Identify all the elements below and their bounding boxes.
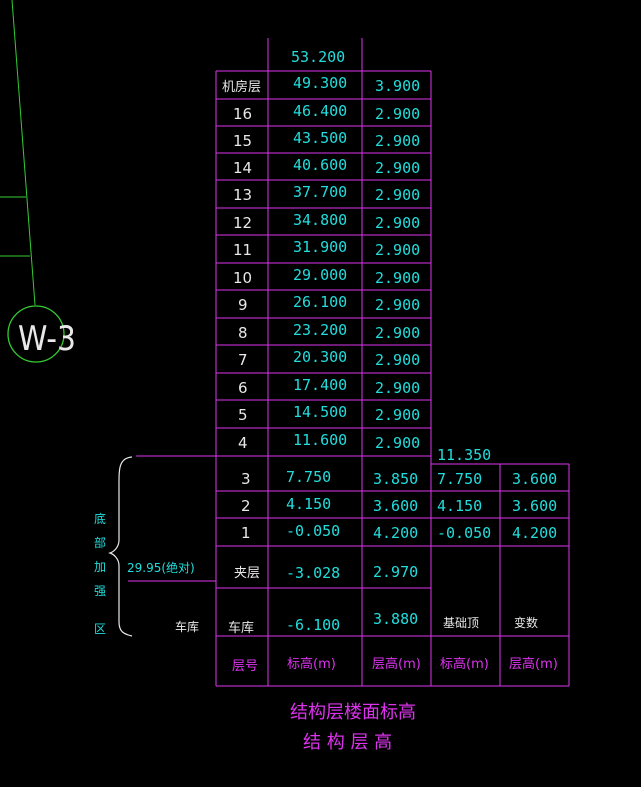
top-elevation: 53.200	[291, 48, 345, 66]
bracket-char-5: 区	[94, 622, 106, 636]
bracket	[108, 456, 133, 637]
footer-elev2: 标高(m)	[440, 656, 489, 672]
mezzanine-elev: -3.028	[286, 564, 340, 582]
bracket-char-4: 强	[94, 584, 106, 598]
floor-elevation: 46.400	[293, 102, 347, 120]
floor-elevation: 26.100	[293, 293, 347, 311]
garage-floor: 车库	[228, 620, 254, 636]
floor-elevation: 20.300	[293, 348, 347, 366]
floor-height: 3.600	[373, 497, 418, 515]
podium-height: 3.600	[512, 497, 557, 515]
floor-number: 2	[241, 497, 251, 515]
floor-number: 4	[238, 434, 248, 452]
podium-height: 4.200	[512, 524, 557, 542]
footer-row: 层号 标高(m) 层高(m) 标高(m) 层高(m)	[232, 656, 558, 674]
floor-height: 2.900	[375, 406, 420, 424]
bracket-char-2: 部	[94, 535, 106, 550]
structural-floor-elevation-table: W-3 机房层 49.300 3.90016 46.400 2.90015 43.500 2…	[0, 0, 570, 753]
garage-height: 3.880	[373, 610, 418, 628]
garage-row: 车库 车库 -6.100 3.880 基础顶 变数	[175, 610, 538, 636]
floor-elevation: 34.800	[293, 211, 347, 229]
variable-label: 变数	[514, 615, 538, 630]
floor-height: 2.900	[375, 159, 420, 177]
floor-elevation: 23.200	[293, 321, 347, 339]
axis-label: W-3	[18, 319, 76, 359]
floor-number: 5	[238, 406, 248, 424]
floor-height: 2.900	[375, 434, 420, 452]
floor-elevation: 31.900	[293, 238, 347, 256]
floor-number: 14	[233, 159, 252, 177]
footer-height2: 层高(m)	[509, 656, 558, 672]
floor-number: 1	[241, 524, 251, 542]
floor-elevation: 14.500	[293, 403, 347, 421]
axis-w3: W-3	[0, 0, 76, 363]
floor-number: 6	[238, 379, 248, 397]
floor-number: 7	[238, 351, 248, 369]
floor-elevation: 40.600	[293, 156, 347, 174]
floor-number: 15	[233, 132, 252, 150]
floor-elevation: 37.700	[293, 183, 347, 201]
title-line-2: 结 构 层 高	[303, 732, 392, 753]
floor-number: 16	[233, 105, 252, 123]
bracket-label: 底 部 加 强 区	[94, 511, 106, 636]
floor-elevation: 7.750	[286, 468, 331, 486]
floor-height: 2.900	[375, 324, 420, 342]
floor-number: 11	[233, 241, 252, 259]
floor-height: 3.900	[375, 77, 420, 95]
podium-height: 3.600	[512, 470, 557, 488]
footer-height: 层高(m)	[372, 656, 421, 672]
floor-number: 8	[238, 324, 248, 342]
mezzanine-row: 夹层 -3.028 2.970	[234, 563, 418, 582]
floor-elevation: -0.050	[286, 522, 340, 540]
floor-elevation: 49.300	[293, 74, 347, 92]
table-grid	[128, 38, 570, 687]
floor-number: 3	[241, 470, 251, 488]
foundation-top: 基础顶	[443, 616, 479, 630]
lower-rows: 3 7.750 3.850 7.750 3.600 2 4.150 3.600 4.150 3.6…	[241, 468, 557, 542]
floor-height: 2.900	[375, 214, 420, 232]
floor-height: 2.900	[375, 132, 420, 150]
floor-elevation: 17.400	[293, 376, 347, 394]
floor-number: 13	[233, 186, 252, 204]
floor-elevation: 11.600	[293, 431, 347, 449]
absolute-elevation: 29.95(绝对)	[127, 560, 195, 575]
floor-height: 2.900	[375, 351, 420, 369]
mezzanine-height: 2.970	[373, 563, 418, 581]
podium-top-elevation: 11.350	[437, 446, 491, 464]
floor-elevation: 43.500	[293, 129, 347, 147]
podium-elevation: -0.050	[437, 524, 491, 542]
floor-number: 机房层	[222, 79, 261, 95]
floor-elevation: 4.150	[286, 495, 331, 513]
title-line-1: 结构层楼面标高	[290, 702, 416, 723]
floor-number: 9	[238, 296, 248, 314]
floor-number: 12	[233, 214, 252, 232]
floor-height: 2.900	[375, 296, 420, 314]
floor-height: 2.900	[375, 105, 420, 123]
floor-height: 2.900	[375, 186, 420, 204]
garage-elev: -6.100	[286, 616, 340, 634]
floor-elevation: 29.000	[293, 266, 347, 284]
garage-left-label: 车库	[175, 619, 199, 634]
mezzanine-floor: 夹层	[234, 566, 260, 581]
footer-floor-no: 层号	[232, 659, 258, 674]
floor-height: 2.900	[375, 379, 420, 397]
floor-height: 3.850	[373, 470, 418, 488]
floor-height: 4.200	[373, 524, 418, 542]
podium-elevation: 4.150	[437, 497, 482, 515]
floor-number: 10	[233, 269, 252, 287]
footer-elev: 标高(m)	[287, 656, 336, 672]
floor-height: 2.900	[375, 241, 420, 259]
floor-height: 2.900	[375, 269, 420, 287]
bracket-char-1: 底	[94, 511, 106, 526]
podium-elevation: 7.750	[437, 470, 482, 488]
bracket-char-3: 加	[94, 560, 106, 574]
